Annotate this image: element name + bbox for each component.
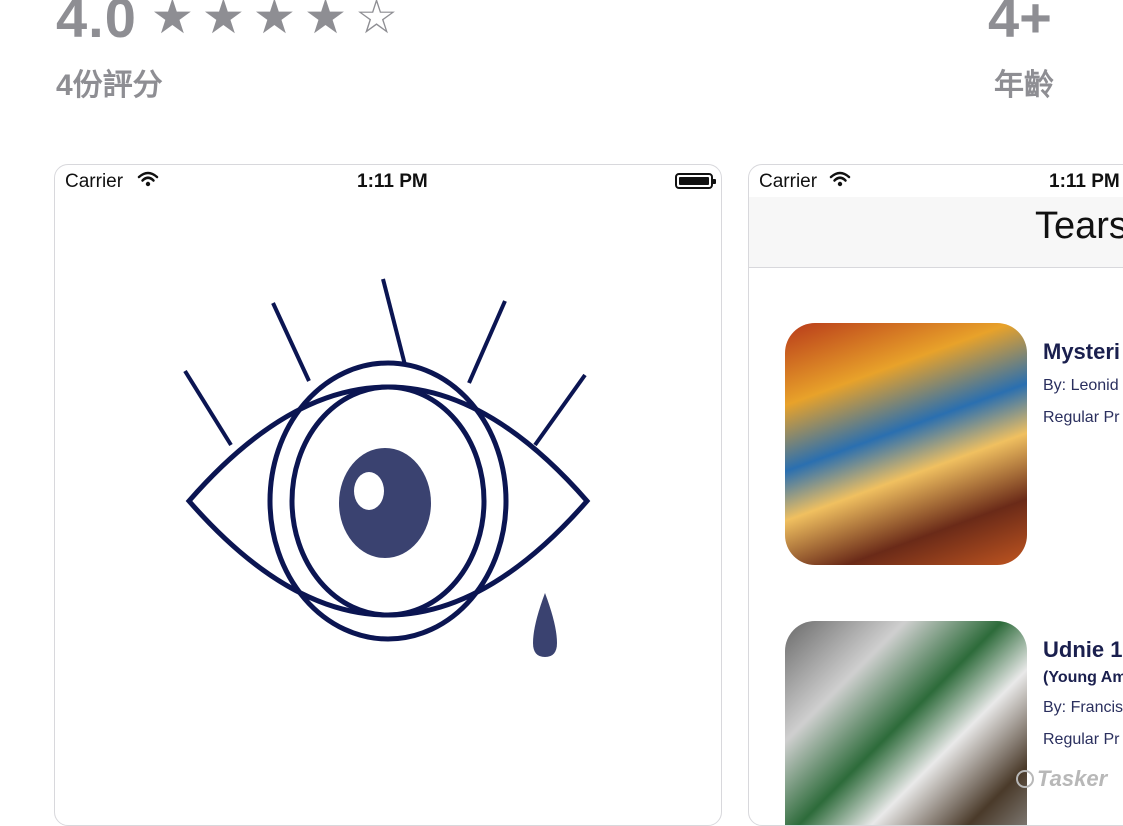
artwork-thumbnail[interactable] [785, 621, 1027, 825]
navigation-bar: Tears [749, 197, 1123, 268]
eye-with-tear-icon [183, 278, 591, 657]
status-bar: Carrier 1:11 PM [749, 165, 1123, 197]
status-bar: Carrier 1:11 PM [55, 165, 721, 197]
rating-value: 4.0 [56, 0, 137, 49]
wifi-icon [137, 171, 159, 193]
wifi-icon [829, 171, 851, 193]
artwork-title[interactable]: Udnie 1 [1043, 637, 1122, 663]
star-filled-icon: ★ [201, 0, 245, 44]
watermark-text: Tasker [1037, 766, 1108, 791]
star-filled-icon: ★ [150, 0, 194, 44]
artwork-artist: By: Francis [1043, 699, 1123, 716]
carrier-label: Carrier [759, 171, 818, 192]
star-empty-icon: ☆ [354, 0, 399, 44]
rating-summary: 4.0 ★ ★ ★ ★ ☆ [56, 0, 406, 50]
status-time: 1:11 PM [1049, 171, 1120, 192]
star-rating: ★ ★ ★ ★ ☆ [151, 0, 406, 50]
screenshot-1[interactable]: Carrier 1:11 PM [54, 164, 722, 826]
age-rating-label: 年齡 [994, 69, 1054, 102]
star-filled-icon: ★ [303, 0, 347, 44]
artwork-artist: By: Leonid [1043, 377, 1119, 394]
star-filled-icon: ★ [252, 0, 296, 44]
status-time: 1:11 PM [357, 171, 428, 192]
artwork-title[interactable]: Mysteri [1043, 339, 1120, 365]
battery-icon [675, 173, 716, 189]
watermark: Tasker [1016, 766, 1107, 792]
nav-title: Tears [1035, 205, 1123, 247]
age-rating-value: 4+ [988, 0, 1052, 49]
artwork-price: Regular Pr [1043, 409, 1120, 426]
artwork-thumbnail[interactable] [785, 323, 1027, 565]
artwork-subtitle: (Young Am [1043, 669, 1123, 686]
rating-count: 4份評分 [56, 69, 163, 102]
screenshot-2[interactable]: Carrier 1:11 PM Tears Mysteri By: Leonid… [748, 164, 1123, 826]
artwork-price: Regular Pr [1043, 731, 1120, 748]
carrier-label: Carrier [65, 171, 124, 192]
watermark-logo-icon [1016, 770, 1034, 788]
